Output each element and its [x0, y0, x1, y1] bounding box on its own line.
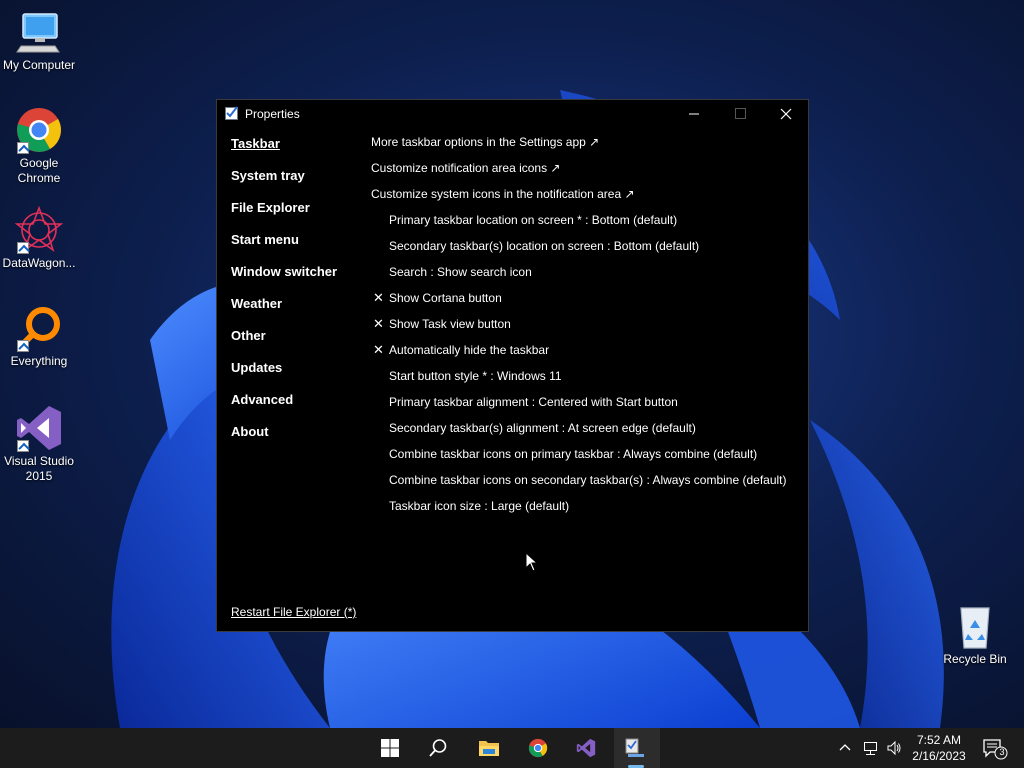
visual-studio-icon [576, 738, 596, 758]
nav-item-start-menu[interactable]: Start menu [231, 232, 337, 264]
option-label: Show Task view button [389, 317, 511, 331]
minimize-icon [689, 113, 699, 115]
desktop-icon-label: Google Chrome [17, 156, 61, 185]
speaker-icon [887, 740, 901, 756]
clock-time: 7:52 AM [916, 733, 962, 747]
close-icon [780, 108, 792, 120]
option-combine-primary[interactable]: Combine taskbar icons on primary taskbar… [371, 446, 798, 472]
desktop-icon-my-computer[interactable]: My Computer [0, 8, 78, 73]
notification-count-badge: 3 [999, 747, 1005, 757]
option-secondary-taskbar-location[interactable]: Secondary taskbar(s) location on screen … [371, 238, 798, 264]
taskbar-properties-app[interactable] [614, 728, 660, 768]
desktop-icon-label: Everything [10, 354, 68, 368]
shortcut-arrow-icon [17, 440, 29, 452]
restart-file-explorer-link[interactable]: Restart File Explorer (*) [231, 605, 356, 619]
search-icon [429, 739, 447, 757]
close-button[interactable] [763, 100, 809, 128]
nav-item-about[interactable]: About [231, 424, 337, 456]
mouse-cursor-icon [525, 552, 539, 572]
nav-item-system-tray[interactable]: System tray [231, 168, 337, 200]
option-system-icons-link[interactable]: Customize system icons in the notificati… [371, 186, 798, 212]
option-show-cortana[interactable]: ✕ Show Cortana button [371, 290, 798, 316]
nav-item-window-switcher[interactable]: Window switcher [231, 264, 337, 296]
taskbar-file-explorer[interactable] [468, 728, 508, 768]
option-label: Automatically hide the taskbar [389, 343, 550, 357]
windows-logo-icon [381, 739, 399, 757]
option-search[interactable]: Search : Show search icon [371, 264, 798, 290]
unchecked-x-icon: ✕ [373, 342, 384, 357]
network-icon [864, 742, 877, 755]
option-primary-taskbar-location[interactable]: Primary taskbar location on screen * : B… [371, 212, 798, 238]
taskbar-clock[interactable]: 7:52 AM 2/16/2023 [906, 732, 972, 764]
nav-item-other[interactable]: Other [231, 328, 337, 360]
option-show-task-view[interactable]: ✕ Show Task view button [371, 316, 798, 342]
computer-icon [16, 13, 60, 53]
shortcut-arrow-icon [17, 242, 29, 254]
shortcut-arrow-icon [17, 142, 29, 154]
nav-item-updates[interactable]: Updates [231, 360, 337, 392]
desktop-icon-visual-studio[interactable]: Visual Studio 2015 [0, 404, 78, 484]
desktop-icon-label: My Computer [2, 58, 76, 72]
search-button[interactable] [418, 728, 458, 768]
desktop-icon-google-chrome[interactable]: Google Chrome [0, 106, 78, 186]
show-hidden-icons-button[interactable] [832, 728, 860, 768]
maximize-icon [735, 108, 746, 119]
unchecked-x-icon: ✕ [373, 290, 384, 305]
desktop-icon-label: Recycle Bin [943, 652, 1007, 666]
taskbar-chrome[interactable] [518, 728, 558, 768]
maximize-button[interactable] [717, 100, 763, 128]
desktop-icon-recycle-bin[interactable]: Recycle Bin [936, 602, 1014, 667]
chrome-icon [528, 738, 548, 758]
desktop-icon-label: Visual Studio 2015 [4, 454, 74, 483]
option-secondary-alignment[interactable]: Secondary taskbar(s) alignment : At scre… [371, 420, 798, 446]
nav-item-file-explorer[interactable]: File Explorer [231, 200, 337, 232]
checkbox-app-icon [625, 738, 644, 757]
recycle-bin-icon [960, 607, 990, 649]
start-button[interactable] [370, 728, 410, 768]
taskbar: 7:52 AM 2/16/2023 3 [0, 728, 1024, 768]
unchecked-x-icon: ✕ [373, 316, 384, 331]
checkbox-app-icon [225, 106, 238, 120]
option-icon-size[interactable]: Taskbar icon size : Large (default) [371, 498, 798, 524]
desktop-icon-everything[interactable]: Everything [0, 304, 78, 369]
clock-date: 2/16/2023 [912, 749, 966, 763]
desktop-icon-datawagon[interactable]: DataWagon... [0, 205, 78, 271]
nav-item-weather[interactable]: Weather [231, 296, 337, 328]
option-auto-hide-taskbar[interactable]: ✕ Automatically hide the taskbar [371, 342, 798, 368]
taskbar-options-list: More taskbar options in the Settings app… [371, 134, 798, 524]
option-notification-area-icons-link[interactable]: Customize notification area icons ↗ [371, 160, 798, 186]
window-titlebar[interactable]: Properties [217, 100, 808, 128]
option-combine-secondary[interactable]: Combine taskbar icons on secondary taskb… [371, 472, 798, 498]
window-title: Properties [245, 107, 300, 121]
volume-tray-icon[interactable] [882, 728, 906, 768]
shortcut-arrow-icon [17, 340, 29, 352]
minimize-button[interactable] [671, 100, 717, 128]
nav-item-taskbar[interactable]: Taskbar [231, 136, 337, 168]
properties-window[interactable]: Properties Taskbar System tray File Expl… [216, 99, 809, 632]
nav-item-advanced[interactable]: Advanced [231, 392, 337, 424]
option-primary-alignment[interactable]: Primary taskbar alignment : Centered wit… [371, 394, 798, 420]
desktop-icon-label: DataWagon... [2, 256, 76, 270]
option-settings-app-link[interactable]: More taskbar options in the Settings app… [371, 134, 798, 160]
taskbar-visual-studio[interactable] [566, 728, 606, 768]
notification-center-button[interactable]: 3 [978, 728, 1012, 768]
folder-icon [479, 741, 499, 756]
settings-nav: Taskbar System tray File Explorer Start … [231, 136, 337, 456]
network-tray-icon[interactable] [858, 728, 884, 768]
option-start-button-style[interactable]: Start button style * : Windows 11 [371, 368, 798, 394]
chevron-up-icon [839, 744, 851, 751]
option-label: Show Cortana button [389, 291, 502, 305]
